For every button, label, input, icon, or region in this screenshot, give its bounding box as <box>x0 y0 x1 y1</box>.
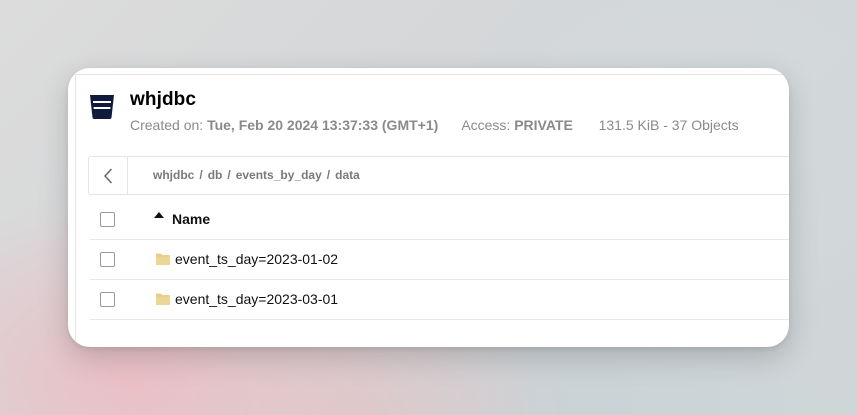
sort-ascending-icon[interactable] <box>154 212 164 218</box>
column-header-name[interactable]: Name <box>172 211 210 227</box>
folder-icon <box>156 293 170 305</box>
breadcrumb-item-events-by-day[interactable]: events_by_day <box>236 168 322 182</box>
created-label: Created on: <box>130 117 204 133</box>
folder-name[interactable]: event_ts_day=2023-03-01 <box>175 291 338 307</box>
table-row[interactable]: event_ts_day=2023-03-01 <box>90 279 789 320</box>
breadcrumb-separator: / <box>199 168 203 182</box>
back-button[interactable] <box>89 157 128 194</box>
panel-divider <box>75 74 789 75</box>
object-browser: whjdbc / db / events_by_day / data Name event_… <box>88 156 789 347</box>
breadcrumb-bar: whjdbc / db / events_by_day / data <box>88 156 789 195</box>
chevron-left-icon <box>104 168 112 183</box>
table-row[interactable]: event_ts_day=2023-01-02 <box>90 239 789 280</box>
row-checkbox[interactable] <box>100 292 115 307</box>
breadcrumb-item-bucket[interactable]: whjdbc <box>153 168 194 182</box>
bucket-icon <box>90 95 114 119</box>
created-value: Tue, Feb 20 2024 13:37:33 (GMT+1) <box>207 117 439 133</box>
bucket-panel: whjdbc Created on: Tue, Feb 20 2024 13:3… <box>68 68 789 347</box>
bucket-title: whjdbc <box>130 89 197 110</box>
breadcrumb: whjdbc / db / events_by_day / data <box>153 168 360 182</box>
row-checkbox[interactable] <box>100 252 115 267</box>
folder-name[interactable]: event_ts_day=2023-01-02 <box>175 251 338 267</box>
select-all-checkbox[interactable] <box>100 212 115 227</box>
breadcrumb-item-db[interactable]: db <box>208 168 223 182</box>
panel-divider-left <box>75 74 76 347</box>
table-header-row: Name <box>90 199 789 240</box>
access-label: Access: <box>461 117 511 133</box>
access-value: PRIVATE <box>514 117 573 133</box>
folder-icon <box>156 253 170 265</box>
usage-summary: 131.5 KiB - 37 Objects <box>598 117 739 133</box>
breadcrumb-separator: / <box>326 168 331 182</box>
breadcrumb-separator: / <box>227 168 231 182</box>
breadcrumb-item-data[interactable]: data <box>335 168 360 182</box>
bucket-meta: Created on: Tue, Feb 20 2024 13:37:33 (G… <box>130 117 739 133</box>
